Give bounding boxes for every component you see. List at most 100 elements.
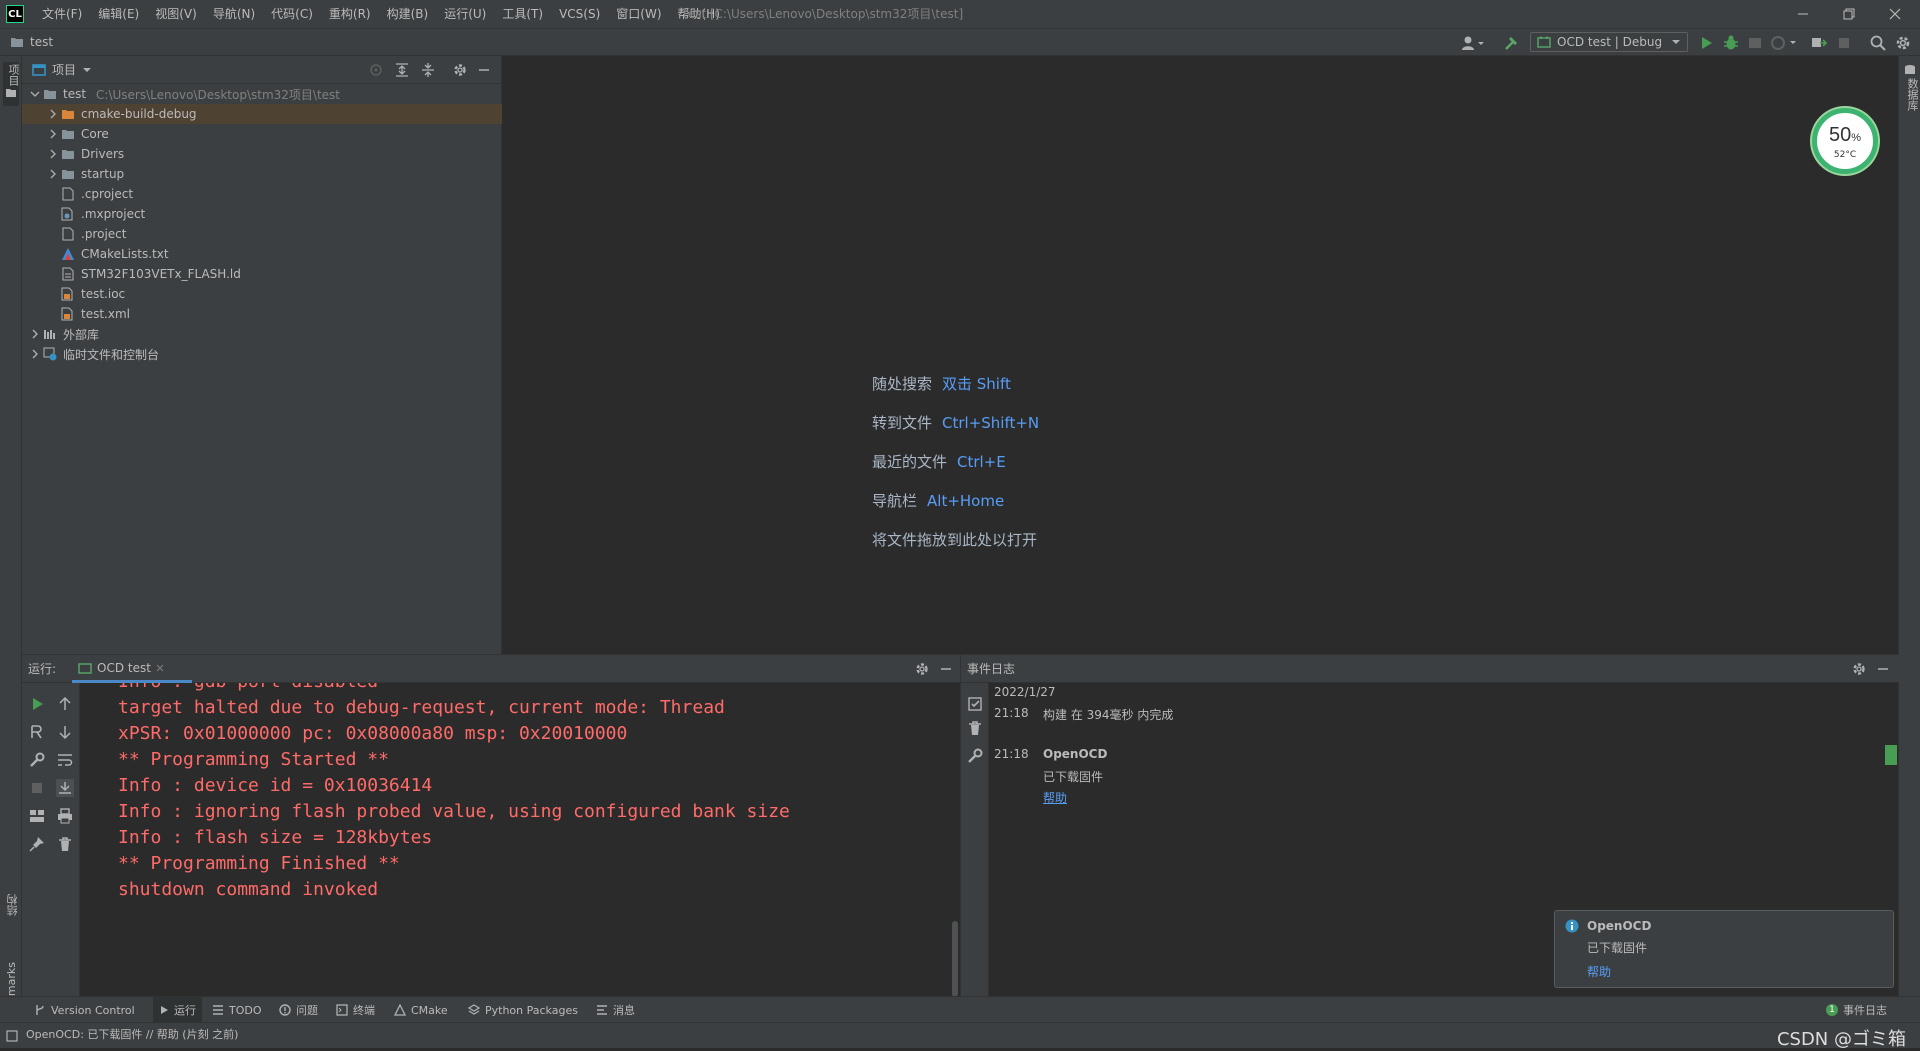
chevron-right-icon[interactable] bbox=[46, 107, 60, 121]
coverage-button bbox=[1746, 34, 1764, 52]
project-tool-button[interactable]: 项目 bbox=[3, 62, 20, 106]
menu-edit[interactable]: 编辑(E) bbox=[90, 0, 147, 28]
chevron-right-icon[interactable] bbox=[46, 147, 60, 161]
restart-failed-button[interactable] bbox=[28, 723, 46, 741]
wrap-icon bbox=[58, 754, 73, 766]
menu-code[interactable]: 代码(C) bbox=[263, 0, 321, 28]
event-log-settings-button[interactable] bbox=[1851, 661, 1867, 677]
tree-item-linker-script[interactable]: STM32F103VETx_FLASH.ld bbox=[22, 264, 502, 284]
tree-item-external-libraries[interactable]: 外部库 bbox=[22, 324, 502, 344]
pin-tab-button[interactable] bbox=[28, 835, 46, 853]
tree-item-cmake-build-debug[interactable]: cmake-build-debug bbox=[22, 104, 502, 124]
vertical-scrollbar[interactable] bbox=[952, 921, 958, 997]
tool-tab-event-log[interactable]: 1 事件日志 bbox=[1826, 997, 1887, 1023]
layout-icon bbox=[30, 810, 44, 822]
clear-log-button[interactable] bbox=[966, 719, 984, 737]
mark-all-read-button[interactable] bbox=[966, 695, 984, 713]
run-button[interactable] bbox=[1697, 34, 1715, 52]
notification-balloon[interactable]: OpenOCD 已下载固件 帮助 bbox=[1554, 910, 1894, 988]
tool-tab-todo[interactable]: TODO bbox=[212, 997, 262, 1023]
tree-item-project-file[interactable]: .project bbox=[22, 224, 502, 244]
status-message[interactable]: OpenOCD: 已下载固件 // 帮助 (片刻 之前) bbox=[26, 1023, 238, 1047]
user-icon[interactable] bbox=[1460, 34, 1484, 52]
structure-tool-button[interactable]: 结构 bbox=[3, 894, 19, 938]
tree-item-xml[interactable]: test.xml bbox=[22, 304, 502, 324]
edit-configuration-button[interactable] bbox=[28, 751, 46, 769]
tree-item-root[interactable]: test C:\Users\Lenovo\Desktop\stm32项目\tes… bbox=[22, 84, 502, 104]
clear-console-button[interactable] bbox=[56, 835, 74, 853]
menu-build[interactable]: 构建(B) bbox=[379, 0, 437, 28]
menu-navigate[interactable]: 导航(N) bbox=[205, 0, 263, 28]
chevron-down-icon[interactable] bbox=[28, 87, 42, 101]
debug-button[interactable] bbox=[1722, 34, 1740, 52]
breadcrumb[interactable]: test bbox=[10, 29, 53, 55]
panel-options-button[interactable] bbox=[452, 62, 468, 78]
scroll-up-button[interactable] bbox=[56, 695, 74, 713]
chevron-right-icon[interactable] bbox=[46, 127, 60, 141]
stop-icon bbox=[32, 783, 42, 793]
tree-item-cmakelists[interactable]: CMakeLists.txt bbox=[22, 244, 502, 264]
event-help-link[interactable]: 帮助 bbox=[1043, 789, 1067, 806]
menu-file[interactable]: 文件(F) bbox=[34, 0, 90, 28]
breadcrumb-project[interactable]: test bbox=[30, 29, 53, 55]
event-log-settings-wrench-button[interactable] bbox=[966, 747, 984, 765]
attach-button[interactable] bbox=[1810, 34, 1828, 52]
search-button[interactable] bbox=[1869, 34, 1887, 52]
tool-tab-problems[interactable]: 问题 bbox=[279, 997, 318, 1023]
tool-tab-messages[interactable]: 消息 bbox=[596, 997, 635, 1023]
notification-help-link[interactable]: 帮助 bbox=[1587, 963, 1611, 980]
pin-icon bbox=[29, 837, 44, 852]
tool-tab-python-packages[interactable]: Python Packages bbox=[468, 997, 578, 1023]
layout-button[interactable] bbox=[28, 807, 46, 825]
tree-item-startup[interactable]: startup bbox=[22, 164, 502, 184]
tool-tab-version-control[interactable]: Version Control bbox=[34, 997, 135, 1023]
tree-item-scratches[interactable]: 临时文件和控制台 bbox=[22, 344, 502, 364]
soft-wrap-button[interactable] bbox=[56, 751, 74, 769]
tree-item-cproject[interactable]: .cproject bbox=[22, 184, 502, 204]
restore-button[interactable] bbox=[1826, 0, 1872, 28]
menu-refactor[interactable]: 重构(R) bbox=[321, 0, 379, 28]
locate-button[interactable] bbox=[368, 62, 384, 78]
run-settings-button[interactable] bbox=[914, 661, 930, 677]
minimize-button[interactable] bbox=[1780, 0, 1826, 28]
tool-tab-run[interactable]: 运行 bbox=[153, 997, 202, 1023]
rerun-button[interactable] bbox=[28, 695, 46, 713]
tree-item-core[interactable]: Core bbox=[22, 124, 502, 144]
tree-item-drivers[interactable]: Drivers bbox=[22, 144, 502, 164]
collapse-all-button[interactable] bbox=[420, 62, 436, 78]
tree-item-mxproject[interactable]: .mxproject bbox=[22, 204, 502, 224]
console-line: target halted due to debug-request, curr… bbox=[118, 697, 725, 718]
cpu-usage-widget[interactable]: 50% 52°C bbox=[1812, 108, 1878, 174]
tool-tab-cmake[interactable]: CMake bbox=[394, 997, 448, 1023]
hide-panel-button[interactable] bbox=[476, 62, 492, 78]
chevron-right-icon[interactable] bbox=[46, 167, 60, 181]
menu-run[interactable]: 运行(U) bbox=[436, 0, 494, 28]
build-hammer-icon[interactable] bbox=[1502, 34, 1520, 52]
chevron-right-icon[interactable] bbox=[28, 327, 42, 341]
settings-button[interactable] bbox=[1894, 34, 1912, 52]
database-tool-button[interactable]: 数据库 bbox=[1902, 64, 1919, 124]
console-output[interactable]: Info : gdb port disabled target halted d… bbox=[80, 683, 960, 997]
run-tab-ocd-test[interactable]: OCD test bbox=[72, 655, 192, 683]
expand-all-button[interactable] bbox=[394, 62, 410, 78]
tree-item-ioc[interactable]: test.ioc bbox=[22, 284, 502, 304]
print-button[interactable] bbox=[56, 807, 74, 825]
console-toolbar bbox=[50, 683, 80, 997]
run-configuration-select[interactable]: OCD test | Debug bbox=[1530, 32, 1688, 52]
menu-vcs[interactable]: VCS(S) bbox=[551, 0, 608, 28]
menu-view[interactable]: 视图(V) bbox=[147, 0, 205, 28]
chevron-right-icon[interactable] bbox=[28, 347, 42, 361]
editor-empty-area[interactable]: 随处搜索 双击 Shift 转到文件 Ctrl+Shift+N 最近的文件 Ctrl+… bbox=[502, 56, 1898, 654]
menu-tools[interactable]: 工具(T) bbox=[494, 0, 551, 28]
panel-toggle-icon[interactable] bbox=[6, 1030, 18, 1042]
scroll-down-button[interactable] bbox=[56, 723, 74, 741]
console-line: Info : gdb port disabled bbox=[118, 683, 378, 692]
close-window-button[interactable] bbox=[1872, 0, 1918, 28]
close-icon[interactable] bbox=[156, 664, 164, 672]
event-log-hide-button[interactable] bbox=[1875, 661, 1891, 677]
tool-tab-terminal[interactable]: 终端 bbox=[336, 997, 375, 1023]
scroll-to-end-button[interactable] bbox=[56, 779, 74, 797]
run-hide-button[interactable] bbox=[938, 661, 954, 677]
menu-window[interactable]: 窗口(W) bbox=[608, 0, 669, 28]
project-view-select[interactable]: 项目 bbox=[32, 56, 92, 84]
